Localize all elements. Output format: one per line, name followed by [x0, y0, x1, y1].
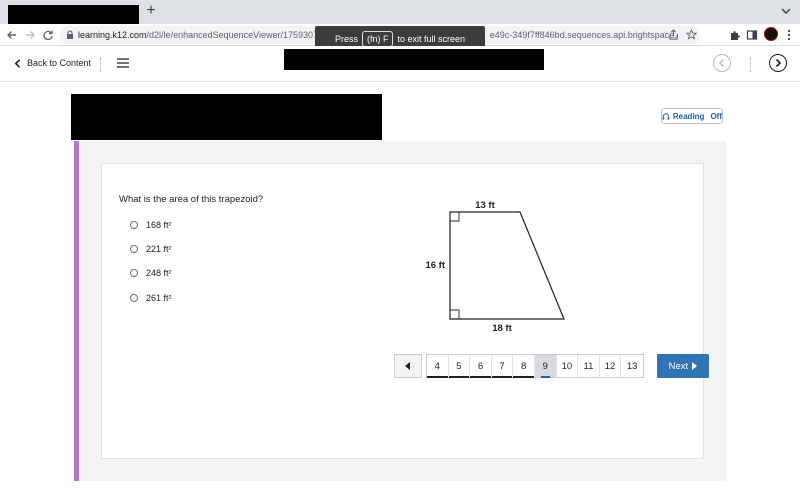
- lock-icon: [67, 30, 73, 39]
- top-base-label: 13 ft: [475, 200, 495, 211]
- answer-choice[interactable]: 221 ft²: [130, 242, 172, 256]
- question-card: What is the area of this trapezoid? 168 …: [101, 163, 709, 459]
- choice-label: 168 ft²: [146, 220, 172, 230]
- page-number[interactable]: 11: [578, 355, 600, 377]
- question-text: What is the area of this trapezoid?: [119, 194, 264, 205]
- reload-icon[interactable]: [40, 27, 56, 43]
- table-of-contents-menu-icon[interactable]: [117, 58, 129, 68]
- choice-label: 221 ft²: [146, 244, 172, 254]
- previous-topic-button[interactable]: [713, 54, 731, 72]
- previous-question-button[interactable]: [394, 354, 422, 378]
- caret-left-icon: [405, 362, 410, 370]
- tab-search-chevron-icon[interactable]: [780, 5, 792, 17]
- toast-key: (fn) F: [361, 31, 394, 47]
- radio-button[interactable]: [130, 294, 138, 302]
- reading-state: Off: [710, 111, 722, 121]
- browser-forward-icon[interactable]: [22, 27, 38, 43]
- next-topic-button[interactable]: [769, 54, 787, 72]
- page-number[interactable]: 8: [513, 355, 535, 378]
- headphones-icon: [662, 112, 670, 120]
- answer-choice[interactable]: 168 ft²: [130, 218, 172, 232]
- browser-menu-icon[interactable]: [782, 28, 796, 42]
- choice-label: 261 ft²: [146, 293, 172, 303]
- back-to-content-label: Back to Content: [27, 58, 92, 68]
- page-number[interactable]: 13: [621, 355, 643, 377]
- radio-button[interactable]: [130, 269, 138, 277]
- trapezoid-shape: [449, 211, 565, 320]
- trapezoid-figure: 13 ft 16 ft 18 ft: [425, 200, 565, 334]
- side-panel-icon[interactable]: [745, 28, 759, 42]
- page-number[interactable]: 7: [491, 355, 514, 378]
- question-pager: 4 5 6 7 8 9 10 11 12 13 Next: [394, 354, 709, 378]
- page-number[interactable]: 6: [470, 355, 492, 378]
- content-navbar: Back to Content: [0, 46, 800, 82]
- back-to-content-link[interactable]: Back to Content: [14, 58, 91, 68]
- page-number[interactable]: 12: [600, 355, 622, 377]
- new-tab-button[interactable]: +: [143, 3, 159, 19]
- divider: [100, 58, 102, 72]
- choice-label: 248 ft²: [146, 268, 172, 278]
- answer-choice[interactable]: 248 ft²: [130, 266, 172, 280]
- browser-back-icon[interactable]: [4, 27, 20, 43]
- browser-tab-strip: +: [0, 0, 800, 25]
- lesson-heading-redacted: [71, 94, 382, 140]
- next-label: Next: [668, 360, 689, 372]
- course-title-redacted: [284, 49, 544, 70]
- browser-tab-redacted[interactable]: [8, 5, 139, 25]
- divider: [750, 58, 752, 72]
- radio-button[interactable]: [130, 221, 138, 229]
- radio-button[interactable]: [130, 245, 138, 253]
- chevron-left-icon: [14, 58, 21, 68]
- page-number[interactable]: 10: [557, 355, 579, 377]
- toast-suffix-text: to exit full screen: [397, 34, 466, 44]
- share-icon[interactable]: [668, 29, 679, 40]
- page-number[interactable]: 4: [427, 355, 449, 378]
- toast-press-text: Press: [334, 34, 358, 44]
- next-question-button[interactable]: Next: [656, 354, 709, 378]
- reading-toggle-button[interactable]: Reading Off: [661, 108, 723, 124]
- chevron-left-icon: [719, 59, 724, 67]
- bottom-base-label: 18 ft: [492, 323, 512, 334]
- answer-choice[interactable]: 261 ft²: [130, 291, 172, 305]
- chevron-right-icon: [775, 58, 782, 68]
- extensions-puzzle-icon[interactable]: [728, 28, 742, 42]
- caret-right-icon: [692, 362, 698, 370]
- bookmark-star-icon[interactable]: [686, 29, 697, 40]
- reading-label: Reading: [672, 111, 705, 121]
- page-number[interactable]: 5: [448, 355, 471, 378]
- page-number-list: 4 5 6 7 8 9 10 11 12 13: [426, 354, 644, 378]
- height-label: 16 ft: [425, 260, 445, 271]
- page-number-current[interactable]: 9: [534, 355, 557, 378]
- profile-avatar[interactable]: [764, 27, 778, 41]
